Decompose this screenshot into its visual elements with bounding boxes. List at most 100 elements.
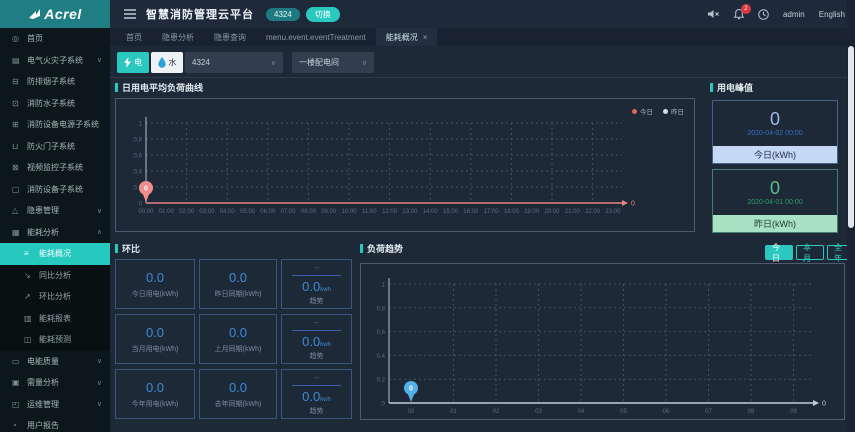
sidebar-item-label: 能耗分析 xyxy=(27,227,59,237)
header: 智慧消防管理云平台 4324 切换 2 admin English xyxy=(110,0,855,28)
sidebar-item-video-monitor[interactable]: ⊠ 视频监控子系统 xyxy=(0,157,110,179)
sidebar-item-mom-analysis[interactable]: ↗ 环比分析 xyxy=(0,286,110,308)
svg-text:0.6: 0.6 xyxy=(134,154,143,160)
legend-today[interactable]: 今日 xyxy=(632,106,653,116)
svg-text:11:00: 11:00 xyxy=(362,209,377,215)
sidebar-item-label: 电气火灾子系统 xyxy=(27,55,83,65)
chevron-up-icon: ∧ xyxy=(96,229,102,237)
chevron-down-icon: ∨ xyxy=(96,207,102,215)
sidebar-item-hidden-danger-mgmt[interactable]: △ 隐患管理 ∨ xyxy=(0,200,110,222)
sidebar-item-fire-equipment[interactable]: ▢ 消防设备子系统 xyxy=(0,179,110,201)
logo: Acrel xyxy=(0,0,110,28)
sidebar-item-home[interactable]: ◎ 首页 xyxy=(0,28,110,50)
sidebar-item-fire-door[interactable]: ⊔ 防火门子系统 xyxy=(0,136,110,158)
svg-text:23:00: 23:00 xyxy=(605,209,621,215)
stat-last-month-same: 0.0 上月同期(kWh) xyxy=(199,314,277,364)
lightning-icon xyxy=(124,57,131,68)
sidebar-item-energy-analysis[interactable]: ▦ 能耗分析 ∧ xyxy=(0,222,110,244)
tab-energy-overview[interactable]: 能耗概况 × xyxy=(375,28,438,46)
sidebar-item-power-quality[interactable]: ▭ 电能质量 ∨ xyxy=(0,351,110,373)
svg-text:1: 1 xyxy=(139,122,143,128)
room-select-value: 一楼配电间 xyxy=(299,58,339,67)
tab-home[interactable]: 首页 xyxy=(116,28,152,46)
language-switch[interactable]: English xyxy=(819,10,845,19)
logo-text: Acrel xyxy=(44,6,82,22)
menu-toggle-icon[interactable] xyxy=(124,9,136,19)
tab-event-treatment[interactable]: menu.event.eventTreatment xyxy=(256,28,376,46)
sidebar-item-fire-water[interactable]: ⊡ 消防水子系统 xyxy=(0,93,110,115)
stat-yesterday-same: 0.0 昨日同期(kWh) xyxy=(199,259,277,309)
legend-yesterday-label: 昨日 xyxy=(671,109,684,116)
peak-value-area: 0 2020-04-02 00:00 xyxy=(713,101,837,146)
forecast-icon: ◫ xyxy=(24,335,32,345)
sidebar-item-user-report[interactable]: ◔ 用户报告 xyxy=(0,415,110,432)
sidebar-item-energy-overview[interactable]: ≡ 能耗概况 xyxy=(0,243,110,265)
tab-label: 能耗概况 xyxy=(385,32,418,42)
chevron-down-icon: ∨ xyxy=(270,59,276,67)
tab-close-icon[interactable]: × xyxy=(423,33,428,42)
legend-yesterday[interactable]: 昨日 xyxy=(663,106,684,116)
sidebar-item-smoke-control[interactable]: ⊟ 防排烟子系统 xyxy=(0,71,110,93)
stat-month-usage: 0.0 当月用电(kWh) xyxy=(115,314,195,364)
mute-icon[interactable] xyxy=(707,9,720,19)
trend-unit: kwh xyxy=(320,286,331,293)
sidebar-item-label: 电能质量 xyxy=(27,356,59,366)
sidebar-item-demand-analysis[interactable]: ▣ 需量分析 ∨ xyxy=(0,372,110,394)
history-clock-icon[interactable] xyxy=(758,8,769,20)
electric-toggle-button[interactable]: 电 xyxy=(117,52,149,73)
stat-year-usage: 0.0 今年用电(kWh) xyxy=(115,369,195,419)
user-report-icon: ◔ xyxy=(12,421,17,431)
stat-label: 昨日同期(kWh) xyxy=(214,290,262,298)
tab-label: 首页 xyxy=(126,32,142,42)
sidebar-item-yoy-analysis[interactable]: ↘ 同比分析 xyxy=(0,265,110,287)
trend-divider xyxy=(292,274,341,276)
sidebar-item-energy-forecast[interactable]: ◫ 能耗预测 xyxy=(0,329,110,351)
notification-count-badge: 2 xyxy=(740,3,751,14)
room-select[interactable]: 一楼配电间 ∨ xyxy=(292,52,374,73)
svg-text:1: 1 xyxy=(382,283,386,289)
project-select[interactable]: 4324 ∨ xyxy=(185,52,283,73)
chevron-down-icon: ∨ xyxy=(96,57,102,65)
sidebar-item-label: 运维管理 xyxy=(27,399,59,409)
svg-text:0: 0 xyxy=(822,401,826,408)
stat-value: 0.0 xyxy=(145,379,165,395)
svg-text:12:00: 12:00 xyxy=(382,209,398,215)
trend-button-this-month[interactable]: 本月 xyxy=(796,243,824,263)
switch-button[interactable]: 切换 xyxy=(305,6,340,22)
sidebar-item-energy-report[interactable]: ▥ 能耗报表 xyxy=(0,308,110,330)
trend-button-today[interactable]: 今日 xyxy=(765,243,793,263)
svg-text:0.8: 0.8 xyxy=(377,306,386,312)
sidebar-item-label: 能耗报表 xyxy=(39,313,71,323)
ring-stats-grid: 0.0 今日用电(kWh) 0.0 昨日同期(kWh) -- 0.0kwh 趋势 0.0 当月用… xyxy=(115,259,352,419)
ring-title: 环比 xyxy=(115,242,140,255)
bell-icon[interactable]: 2 xyxy=(733,3,751,20)
tab-label: menu.event.eventTreatment xyxy=(266,32,366,42)
sidebar-item-ops-mgmt[interactable]: ◰ 运维管理 ∨ xyxy=(0,394,110,416)
legend-today-label: 今日 xyxy=(640,109,653,116)
water-label: 水 xyxy=(168,58,177,67)
sidebar-item-electrical-fire[interactable]: ▤ 电气火灾子系统 ∨ xyxy=(0,50,110,72)
tab-hidden-danger-query[interactable]: 隐患查询 xyxy=(204,28,256,46)
svg-text:03:00: 03:00 xyxy=(199,209,215,215)
trend-dash: -- xyxy=(313,262,320,272)
svg-text:0: 0 xyxy=(144,186,148,193)
user-name[interactable]: admin xyxy=(783,10,805,19)
demand-icon: ▣ xyxy=(12,378,20,388)
svg-text:09: 09 xyxy=(790,409,797,415)
stat-value: 0.0 xyxy=(228,379,248,395)
scrollbar-thumb[interactable] xyxy=(848,46,854,228)
tab-hidden-danger-analysis[interactable]: 隐患分析 xyxy=(152,28,204,46)
stat-value: 0.0 xyxy=(228,269,248,285)
app-root: Acrel ◎ 首页 ▤ 电气火灾子系统 ∨ ⊟ 防排烟子系统 ⊡ 消防水子系统 ⊞ 消防设备电源子… xyxy=(0,0,855,432)
svg-text:01: 01 xyxy=(450,409,457,415)
svg-text:17:00: 17:00 xyxy=(484,209,500,215)
load-trend-chart-panel: 1 0.8 0.6 0.4 0.2 0 00 01 02 03 04 05 06 07 08 09 0 0 xyxy=(360,263,845,420)
stat-label: 趋势 xyxy=(309,297,324,305)
sidebar-item-fire-power[interactable]: ⊞ 消防设备电源子系统 xyxy=(0,114,110,136)
peak-label: 今日(kWh) xyxy=(713,146,837,163)
water-toggle-button[interactable]: 水 xyxy=(151,52,183,73)
sidebar-item-label: 能耗概况 xyxy=(39,249,71,259)
scrollbar-track[interactable] xyxy=(847,0,855,432)
svg-text:00: 00 xyxy=(408,409,415,415)
trend-unit: kwh xyxy=(320,341,331,348)
